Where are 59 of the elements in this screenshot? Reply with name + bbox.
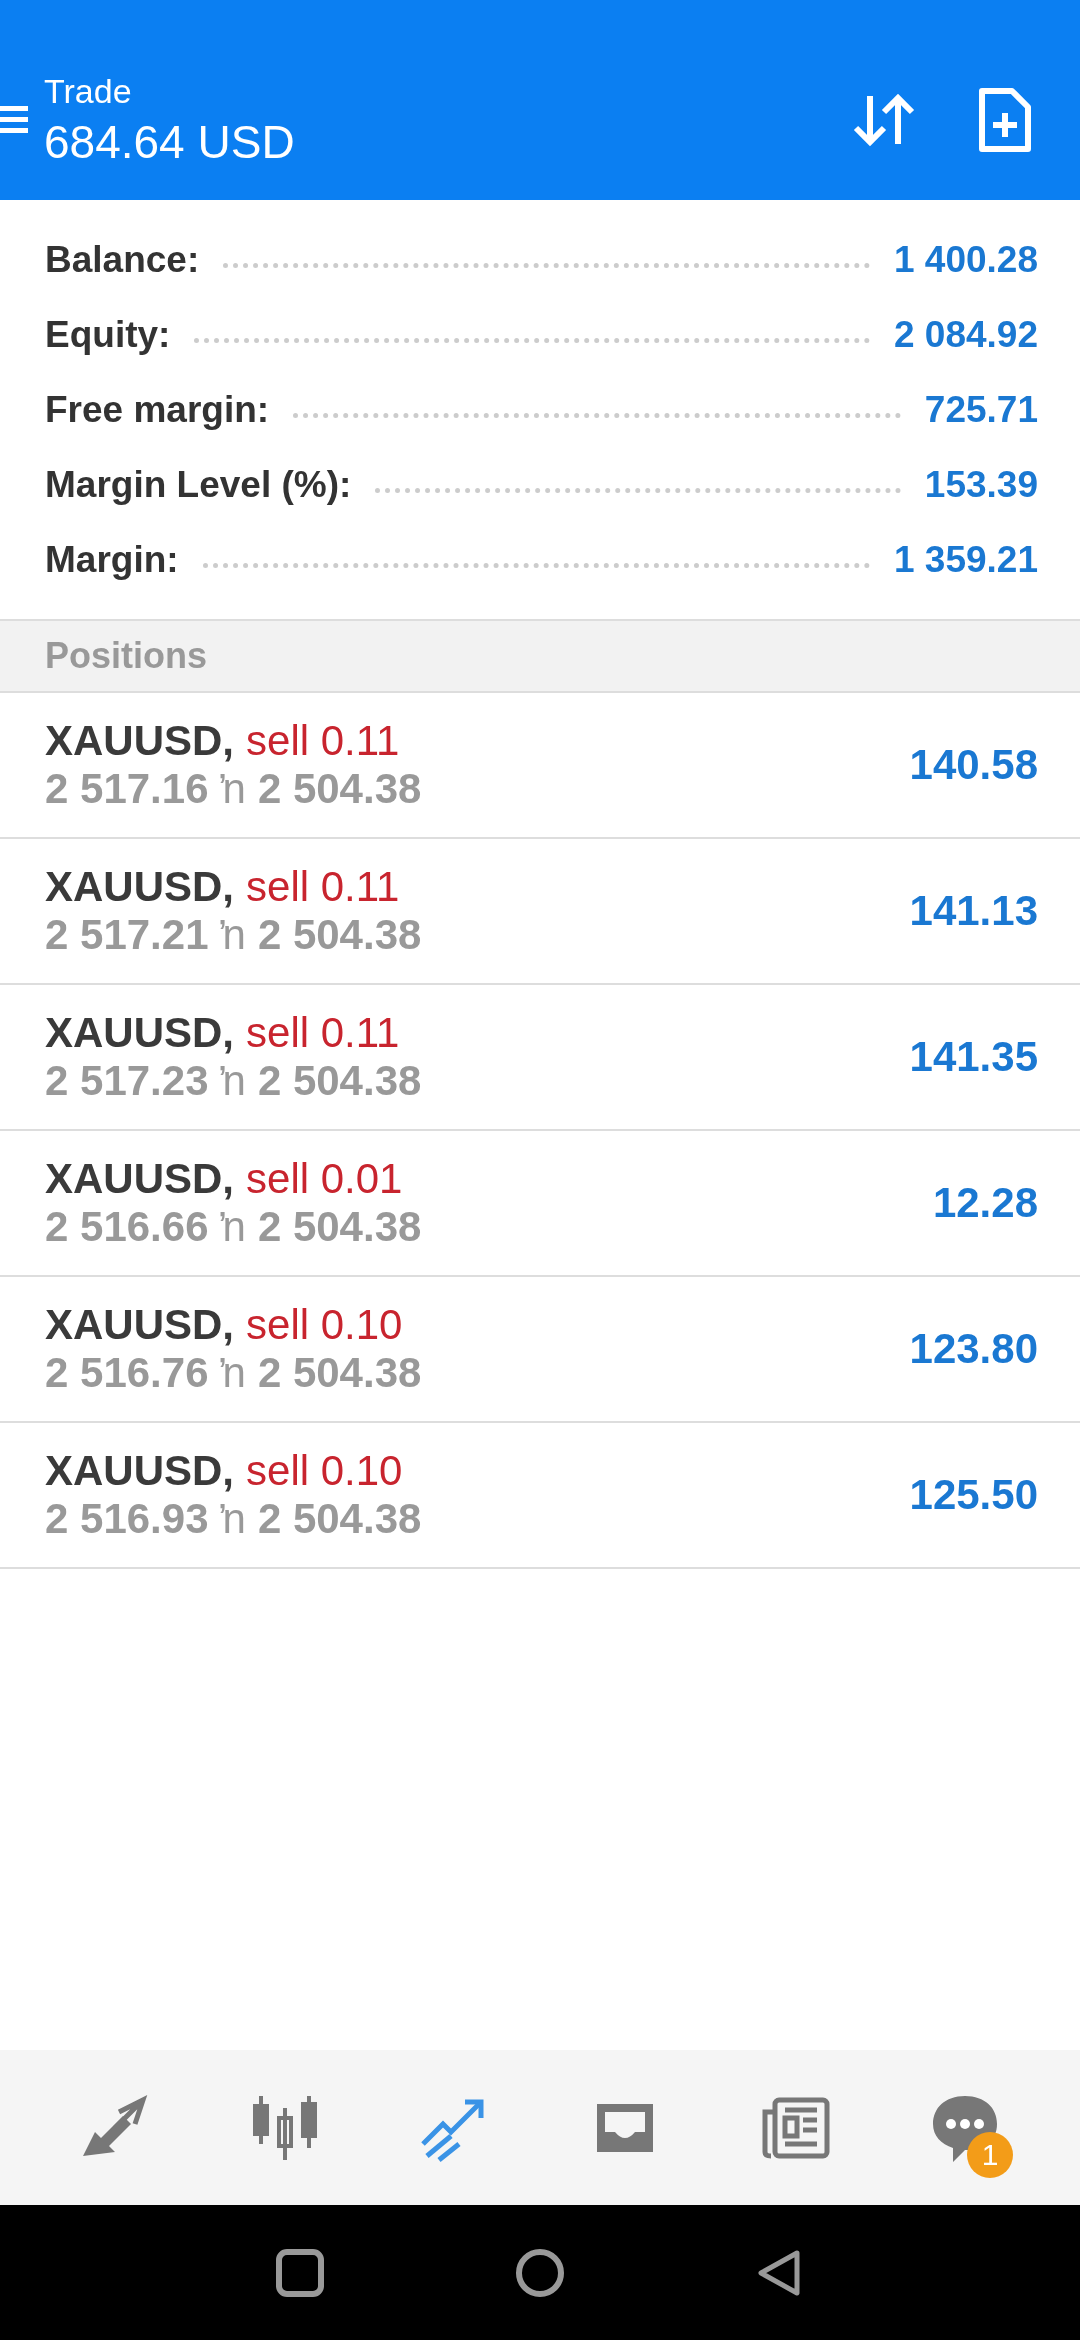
open-price: 2 516.93 [45, 1495, 209, 1543]
symbol-text: XAUUSD, [45, 1155, 235, 1203]
arrow-glyph: ŉ [220, 1057, 246, 1105]
summary-label: Margin: [45, 538, 179, 581]
current-price: 2 504.38 [257, 1495, 422, 1543]
position-row[interactable]: XAUUSD, sell 0.01 2 516.66 ŉ 2 504.38 12.28 [0, 1131, 1080, 1277]
open-price: 2 517.21 [45, 911, 209, 959]
current-price: 2 504.38 [257, 1349, 422, 1397]
profit-value: 141.35 [909, 1033, 1038, 1081]
symbol-text: XAUUSD, [45, 1447, 235, 1495]
order-type: sell 0.10 [246, 1301, 403, 1349]
order-type: sell 0.10 [246, 1447, 403, 1495]
screen-title: Trade [44, 71, 133, 111]
current-price: 2 504.38 [257, 1203, 422, 1251]
symbol-text: XAUUSD, [45, 717, 235, 765]
current-price: 2 504.38 [257, 1057, 422, 1105]
profit-value: 141.13 [909, 887, 1038, 935]
position-row[interactable]: XAUUSD, sell 0.11 2 517.23 ŉ 2 504.38 141.35 [0, 985, 1080, 1131]
summary-value: 2 084.92 [893, 313, 1038, 356]
notification-badge: 1 [967, 2131, 1013, 2178]
profit-value: 125.50 [909, 1471, 1038, 1519]
order-type: sell 0.01 [246, 1155, 403, 1203]
summary-label: Free margin: [45, 388, 270, 431]
open-price: 2 517.16 [45, 765, 209, 813]
position-row[interactable]: XAUUSD, sell 0.10 2 516.76 ŉ 2 504.38 123.80 [0, 1277, 1080, 1423]
arrow-glyph: ŉ [220, 1203, 246, 1251]
symbol-text: XAUUSD, [45, 1301, 235, 1349]
arrow-glyph: ŉ [220, 1349, 246, 1397]
section-title: Positions [45, 635, 208, 677]
arrow-glyph: ŉ [220, 911, 246, 959]
order-type: sell 0.11 [246, 863, 400, 911]
order-type: sell 0.11 [246, 1009, 400, 1057]
current-price: 2 504.38 [257, 911, 422, 959]
new-order-icon[interactable] [976, 87, 1032, 153]
account-equity: 684.64 USD [44, 114, 296, 169]
position-row[interactable]: XAUUSD, sell 0.11 2 517.21 ŉ 2 504.38 141.13 [0, 839, 1080, 985]
symbol-text: XAUUSD, [45, 1009, 235, 1057]
summary-value: 725.71 [924, 388, 1038, 431]
summary-value: 1 359.21 [893, 538, 1038, 581]
current-price: 2 504.38 [257, 765, 422, 813]
profit-value: 12.28 [932, 1179, 1038, 1227]
summary-value: 1 400.28 [893, 238, 1038, 281]
symbol-text: XAUUSD, [45, 863, 235, 911]
summary-value: 153.39 [924, 463, 1038, 506]
open-price: 2 516.76 [45, 1349, 209, 1397]
profit-value: 123.80 [909, 1325, 1038, 1373]
position-row[interactable]: XAUUSD, sell 0.10 2 516.93 ŉ 2 504.38 125.50 [0, 1423, 1080, 1569]
arrow-glyph: ŉ [220, 765, 246, 813]
position-row[interactable]: XAUUSD, sell 0.11 2 517.16 ŉ 2 504.38 140.58 [0, 693, 1080, 839]
order-type: sell 0.11 [246, 717, 400, 765]
profit-value: 140.58 [909, 741, 1038, 789]
summary-label: Balance: [45, 238, 200, 281]
open-price: 2 517.23 [45, 1057, 209, 1105]
arrow-glyph: ŉ [220, 1495, 246, 1543]
summary-label: Margin Level (%): [45, 463, 352, 506]
home-icon[interactable] [515, 2247, 565, 2298]
open-price: 2 516.66 [45, 1203, 209, 1251]
recents-icon[interactable] [275, 2247, 325, 2298]
summary-label: Equity: [45, 313, 171, 356]
